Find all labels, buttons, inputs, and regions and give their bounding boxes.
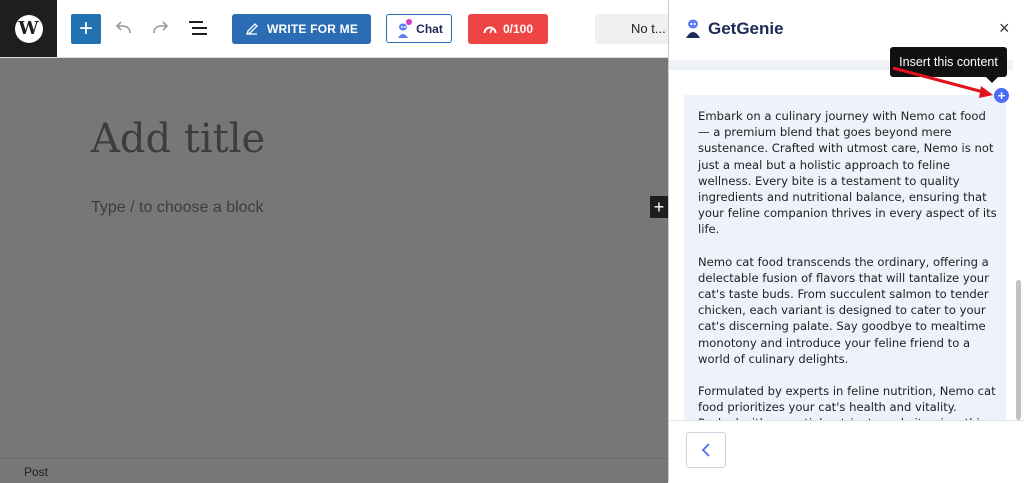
content-paragraph: Embark on a culinary journey with Nemo c… — [698, 109, 997, 237]
seo-score-button[interactable]: 0/100 — [468, 14, 548, 44]
content-paragraph: Nemo cat food transcends the ordinary, o… — [698, 254, 989, 366]
list-view-icon[interactable] — [187, 18, 209, 38]
chat-button[interactable]: Chat — [386, 14, 452, 43]
block-placeholder[interactable]: Type / to choose a block — [91, 199, 264, 217]
content-paragraph: Formulated by experts in feline nutritio… — [698, 384, 996, 420]
genie-chat-icon — [398, 18, 413, 38]
add-block-button[interactable]: + — [71, 14, 101, 44]
write-for-me-button[interactable]: WRITE FOR ME — [232, 14, 371, 44]
undo-icon[interactable] — [112, 16, 136, 40]
chevron-left-icon — [701, 443, 710, 457]
insert-content-button[interactable]: + — [994, 88, 1009, 103]
editor-toolbar: W + WRITE FOR ME Chat 0/100 No t... — [0, 0, 668, 58]
breadcrumb-post[interactable]: Post — [24, 465, 48, 479]
write-for-me-label: WRITE FOR ME — [266, 22, 359, 36]
panel-scrollbar[interactable] — [1016, 280, 1021, 420]
chat-label: Chat — [416, 21, 443, 36]
notice-button[interactable]: No t... — [595, 14, 668, 44]
wordpress-icon: W — [14, 14, 43, 43]
block-inserter-button[interactable]: + — [650, 196, 668, 218]
gauge-icon — [483, 26, 497, 34]
generated-content-card[interactable]: Embark on a culinary journey with Nemo c… — [684, 95, 1006, 420]
pen-icon — [245, 23, 258, 36]
post-title-placeholder[interactable]: Add title — [91, 116, 265, 162]
editor-statusbar: Post — [0, 458, 668, 483]
insert-content-tooltip: Insert this content — [890, 47, 1007, 83]
panel-footer — [669, 420, 1024, 483]
wordpress-logo[interactable]: W — [0, 0, 57, 57]
close-panel-button[interactable]: × — [999, 18, 1010, 39]
seo-score-label: 0/100 — [502, 22, 534, 36]
getgenie-panel: GetGenie × Embark on a culinary journey … — [668, 0, 1024, 482]
back-button[interactable] — [686, 432, 726, 468]
redo-icon[interactable] — [148, 16, 172, 40]
genie-logo-icon — [686, 19, 700, 38]
getgenie-logo: GetGenie — [683, 18, 784, 40]
editor-canvas: Add title Type / to choose a block + — [0, 58, 668, 458]
getgenie-brand: GetGenie — [708, 19, 784, 38]
generated-content-text: Embark on a culinary journey with Nemo c… — [698, 108, 998, 420]
